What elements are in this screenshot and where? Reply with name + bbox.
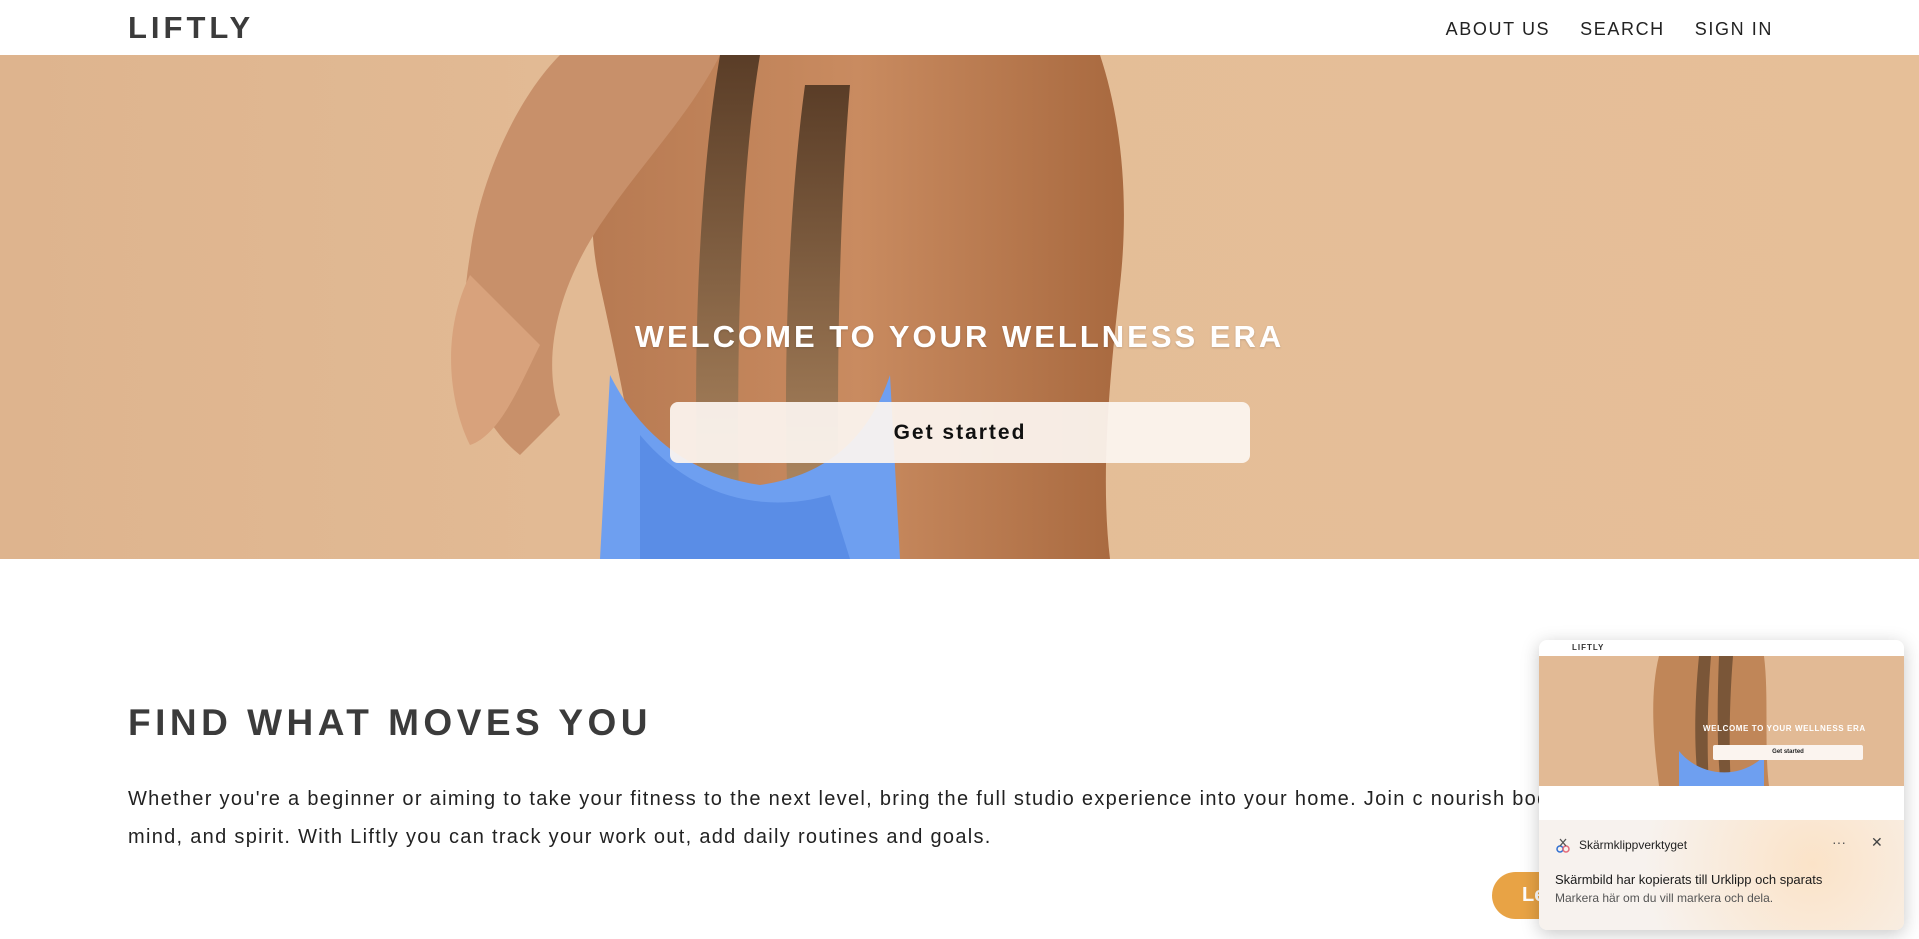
hero-title: WELCOME TO YOUR WELLNESS ERA [634,319,1285,354]
section-description: Whether you're a beginner or aiming to t… [128,788,1567,848]
nav-sign-in-link[interactable]: SIGN IN [1695,19,1773,40]
notification-subtitle: Markera här om du vill markera och dela. [1555,891,1774,905]
notification-title: Skärmbild har kopierats till Urklipp och… [1555,872,1823,887]
site-logo[interactable]: LIFTLY [128,10,254,46]
close-icon[interactable]: ✕ [1871,834,1883,851]
get-started-button[interactable]: Get started [670,402,1250,463]
top-navbar: LIFTLY ABOUT US SEARCH SIGN IN [0,0,1919,55]
snipping-tool-notification[interactable]: LIFTLY WELCOME TO YOUR WELLNESS ERA Get … [1539,640,1904,930]
thumbnail-title: WELCOME TO YOUR WELLNESS ERA [1703,724,1866,733]
nav-links: ABOUT US SEARCH SIGN IN [1446,19,1773,40]
snipping-tool-icon [1556,838,1570,853]
nav-search-link[interactable]: SEARCH [1580,19,1665,40]
nav-about-us-link[interactable]: ABOUT US [1446,19,1551,40]
thumbnail-logo: LIFTLY [1572,643,1605,652]
notification-body[interactable]: Skärmklippverktyget ··· ✕ Skärmbild har … [1539,820,1904,930]
thumbnail-hero-image [1653,656,1769,786]
hero-image [451,55,1124,559]
hero-banner: WELCOME TO YOUR WELLNESS ERA Get started [0,55,1919,559]
more-options-icon[interactable]: ··· [1832,834,1846,850]
thumbnail-hero: WELCOME TO YOUR WELLNESS ERA Get started [1539,656,1904,786]
thumbnail-button: Get started [1713,745,1863,760]
notification-app-name: Skärmklippverktyget [1579,838,1688,852]
section-title: FIND WHAT MOVES YOU [128,702,653,743]
screenshot-thumbnail[interactable]: LIFTLY WELCOME TO YOUR WELLNESS ERA Get … [1539,640,1904,820]
